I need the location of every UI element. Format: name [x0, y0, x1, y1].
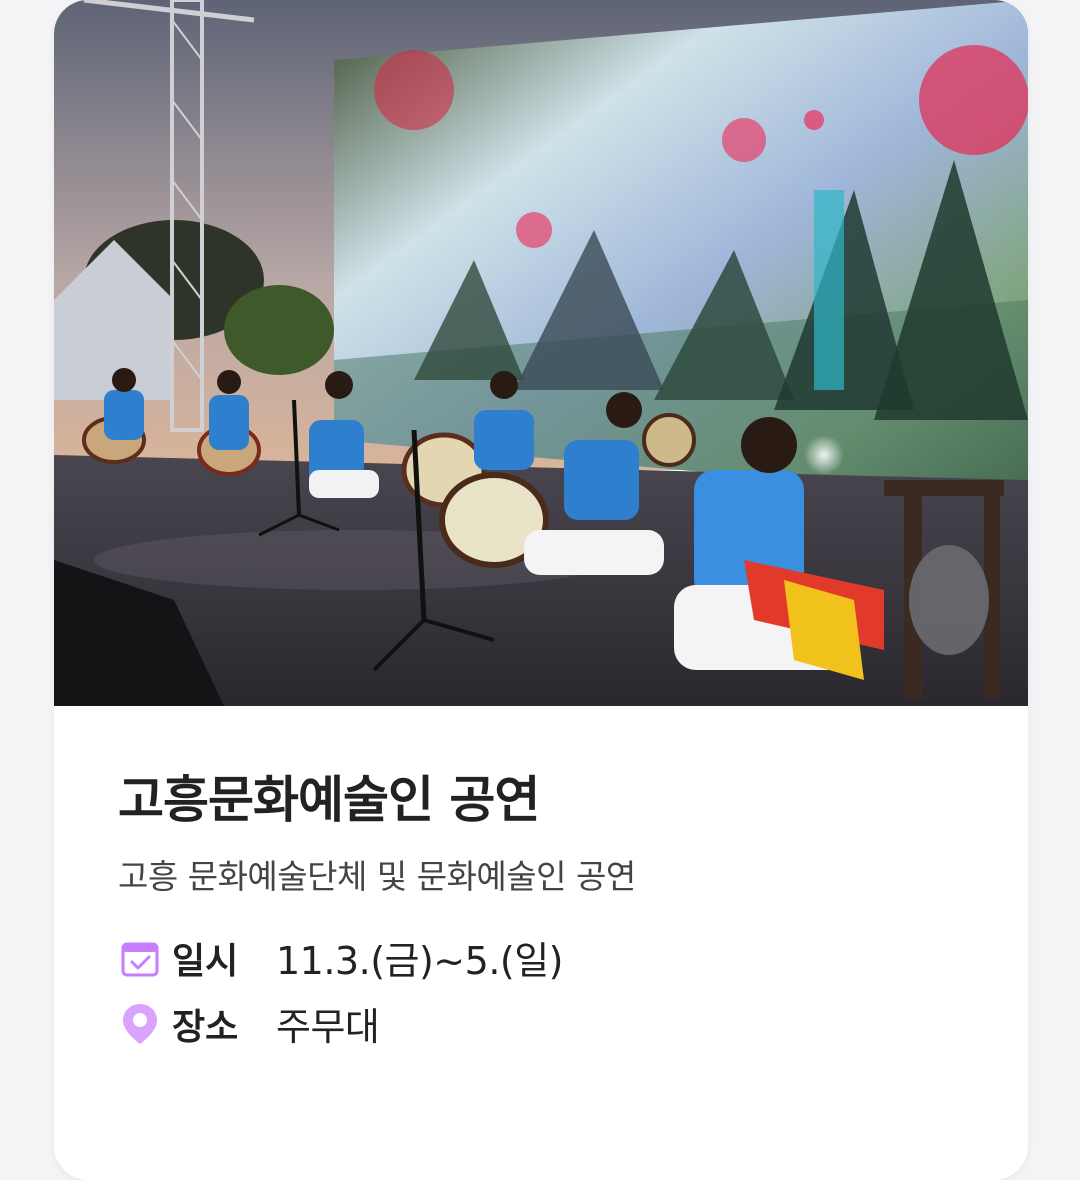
event-info: 고흥문화예술인 공연 고흥 문화예술단체 및 문화예술인 공연 일시 11.3.…	[118, 770, 988, 1057]
date-row: 일시 11.3.(금)~5.(일)	[118, 925, 988, 991]
place-label: 장소	[172, 1006, 239, 1048]
place-row: 장소 주무대	[118, 991, 988, 1057]
event-card[interactable]: 고흥문화예술인 공연 고흥 문화예술단체 및 문화예술인 공연 일시 11.3.…	[54, 0, 1028, 1180]
event-title: 고흥문화예술인 공연	[118, 771, 540, 829]
location-pin-icon	[118, 1002, 162, 1046]
date-label: 일시	[172, 940, 239, 982]
event-subtitle: 고흥 문화예술단체 및 문화예술인 공연	[118, 857, 636, 896]
calendar-check-icon	[118, 936, 162, 980]
date-value: 11.3.(금)~5.(일)	[276, 939, 564, 984]
event-details: 일시 11.3.(금)~5.(일) 장소 주무대	[118, 925, 988, 1057]
event-photo	[54, 0, 1028, 706]
place-value: 주무대	[276, 1005, 380, 1050]
